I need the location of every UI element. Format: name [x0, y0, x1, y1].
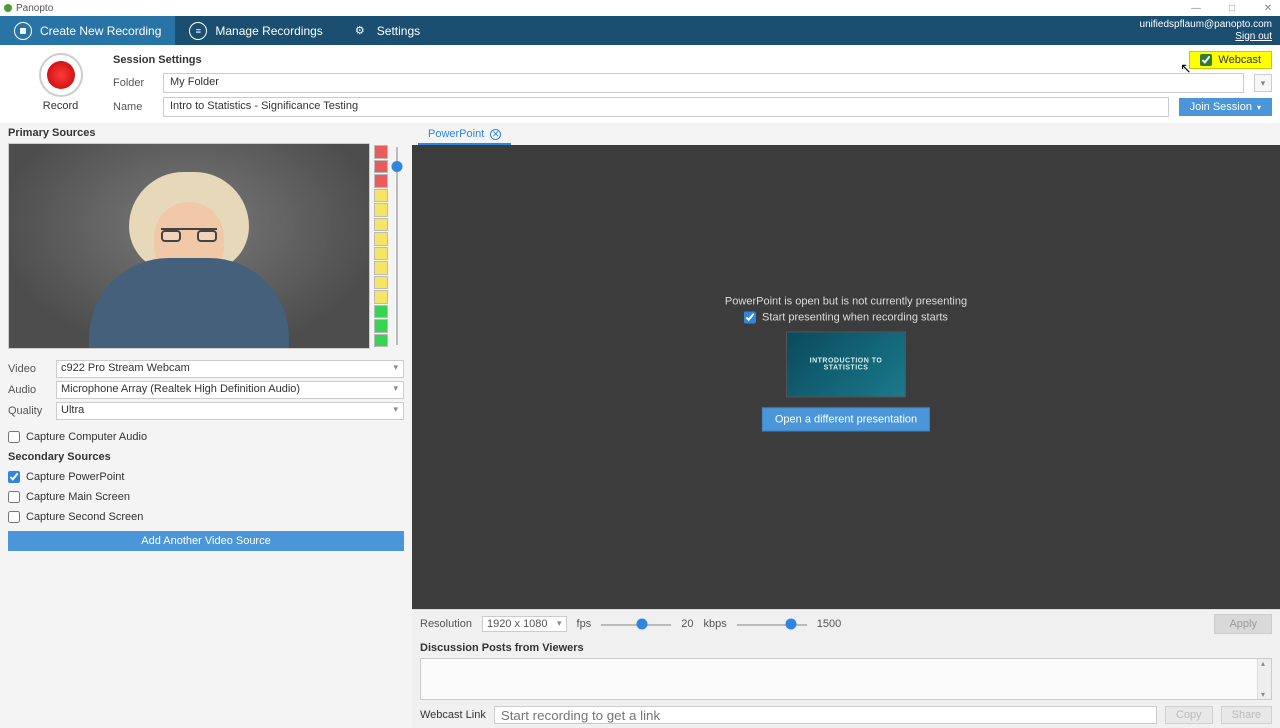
add-video-source-button[interactable]: Add Another Video Source [8, 531, 404, 551]
copy-button[interactable]: Copy [1165, 706, 1213, 724]
left-panel: Primary Sources Videoc922 Pro Stream Web… [0, 123, 412, 728]
join-session-button[interactable]: Join Session [1179, 98, 1272, 116]
main-area: Primary Sources Videoc922 Pro Stream Web… [0, 123, 1280, 728]
record-icon [47, 61, 75, 89]
account-email: unifiedspflaum@panopto.com [1140, 19, 1272, 31]
gear-icon [351, 22, 369, 40]
discussion-box[interactable] [420, 658, 1272, 700]
start-presenting-row[interactable]: Start presenting when recording starts [725, 311, 967, 323]
capture-second-screen-checkbox[interactable] [8, 511, 20, 523]
nav-create-recording[interactable]: Create New Recording [0, 16, 175, 45]
capture-powerpoint-row[interactable]: Capture PowerPoint [0, 467, 412, 487]
webcam-preview-row [0, 143, 412, 353]
nav-manage-recordings[interactable]: Manage Recordings [175, 16, 336, 45]
folder-dropdown-button[interactable]: ▾ [1254, 74, 1272, 92]
quality-select[interactable]: Ultra [56, 402, 404, 420]
capture-computer-audio-row[interactable]: Capture Computer Audio [0, 427, 412, 447]
secondary-sources-title: Secondary Sources [0, 447, 412, 467]
primary-sources-title: Primary Sources [0, 123, 412, 143]
audio-select[interactable]: Microphone Array (Realtek High Definitio… [56, 381, 404, 399]
nav-create-label: Create New Recording [40, 24, 161, 38]
video-label: Video [8, 363, 56, 375]
share-button[interactable]: Share [1221, 706, 1272, 724]
kbps-slider[interactable] [737, 617, 807, 631]
capture-powerpoint-checkbox[interactable] [8, 471, 20, 483]
capture-main-screen-row[interactable]: Capture Main Screen [0, 487, 412, 507]
window-title: Panopto [16, 3, 53, 14]
maximize-button[interactable]: □ [1224, 3, 1240, 14]
capture-computer-audio-label: Capture Computer Audio [26, 431, 147, 443]
record-column: Record [8, 51, 113, 117]
ppt-status-message: PowerPoint is open but is not currently … [725, 295, 967, 307]
webcast-link-row: Webcast Link Copy Share [412, 704, 1280, 728]
tab-close-icon[interactable]: ✕ [490, 129, 501, 140]
discussion-scrollbar[interactable] [1257, 659, 1271, 699]
discussion-title: Discussion Posts from Viewers [412, 638, 1280, 658]
nav-manage-label: Manage Recordings [215, 24, 322, 38]
name-label: Name [113, 101, 153, 113]
quality-label: Quality [8, 405, 56, 417]
capture-powerpoint-label: Capture PowerPoint [26, 471, 124, 483]
capture-computer-audio-checkbox[interactable] [8, 431, 20, 443]
capture-main-screen-checkbox[interactable] [8, 491, 20, 503]
audio-level-meter [374, 143, 388, 349]
resolution-select[interactable]: 1920 x 1080 [482, 616, 567, 632]
fps-slider[interactable] [601, 617, 671, 631]
account-area: unifiedspflaum@panopto.com Sign out [1140, 19, 1280, 43]
top-nav: Create New Recording Manage Recordings S… [0, 16, 1280, 45]
tab-powerpoint[interactable]: PowerPoint ✕ [418, 125, 511, 145]
app-logo-icon [4, 4, 12, 12]
video-select[interactable]: c922 Pro Stream Webcam [56, 360, 404, 378]
fps-label: fps [577, 618, 592, 630]
open-different-presentation-button[interactable]: Open a different presentation [762, 407, 930, 431]
record-label: Record [8, 100, 113, 112]
slide-thumbnail-title: INTRODUCTION TO STATISTICS [787, 357, 905, 371]
camera-icon [14, 22, 32, 40]
session-settings-title: Session Settings [113, 54, 202, 66]
webcast-link-label: Webcast Link [420, 709, 486, 721]
start-presenting-checkbox[interactable] [744, 311, 756, 323]
webcast-checkbox[interactable] [1200, 54, 1212, 66]
apply-button[interactable]: Apply [1214, 614, 1272, 634]
signout-link[interactable]: Sign out [1140, 31, 1272, 43]
folder-label: Folder [113, 77, 153, 89]
capture-second-screen-row[interactable]: Capture Second Screen [0, 507, 412, 527]
close-button[interactable]: ✕ [1260, 3, 1276, 14]
folder-input[interactable]: My Folder [163, 73, 1244, 93]
capture-second-screen-label: Capture Second Screen [26, 511, 143, 523]
webcast-toggle[interactable]: Webcast [1189, 51, 1272, 69]
webcam-preview [8, 143, 370, 349]
kbps-label: kbps [703, 618, 726, 630]
window-title-bar: Panopto — □ ✕ [0, 0, 1280, 16]
name-input[interactable]: Intro to Statistics - Significance Testi… [163, 97, 1169, 117]
tab-powerpoint-label: PowerPoint [428, 128, 484, 140]
nav-settings[interactable]: Settings [337, 16, 434, 45]
minimize-button[interactable]: — [1188, 3, 1204, 14]
fps-value: 20 [681, 618, 693, 630]
nav-settings-label: Settings [377, 24, 420, 38]
audio-label: Audio [8, 384, 56, 396]
resolution-label: Resolution [420, 618, 472, 630]
encoder-bar: Resolution 1920 x 1080 fps 20 kbps 1500 … [412, 609, 1280, 638]
webcast-label: Webcast [1218, 54, 1261, 66]
powerpoint-stage: PowerPoint is open but is not currently … [412, 145, 1280, 609]
right-panel: PowerPoint ✕ PowerPoint is open but is n… [412, 123, 1280, 728]
list-icon [189, 22, 207, 40]
content-tab-bar: PowerPoint ✕ [412, 123, 1280, 145]
start-presenting-label: Start presenting when recording starts [762, 311, 948, 323]
webcast-link-input[interactable] [494, 706, 1157, 724]
capture-main-screen-label: Capture Main Screen [26, 491, 130, 503]
session-settings: Record Session Settings Webcast Folder M… [0, 45, 1280, 123]
mic-volume-slider[interactable] [390, 143, 404, 349]
kbps-value: 1500 [817, 618, 841, 630]
slide-thumbnail: INTRODUCTION TO STATISTICS [786, 331, 906, 397]
record-button[interactable] [39, 53, 83, 97]
window-controls: — □ ✕ [1188, 3, 1276, 14]
